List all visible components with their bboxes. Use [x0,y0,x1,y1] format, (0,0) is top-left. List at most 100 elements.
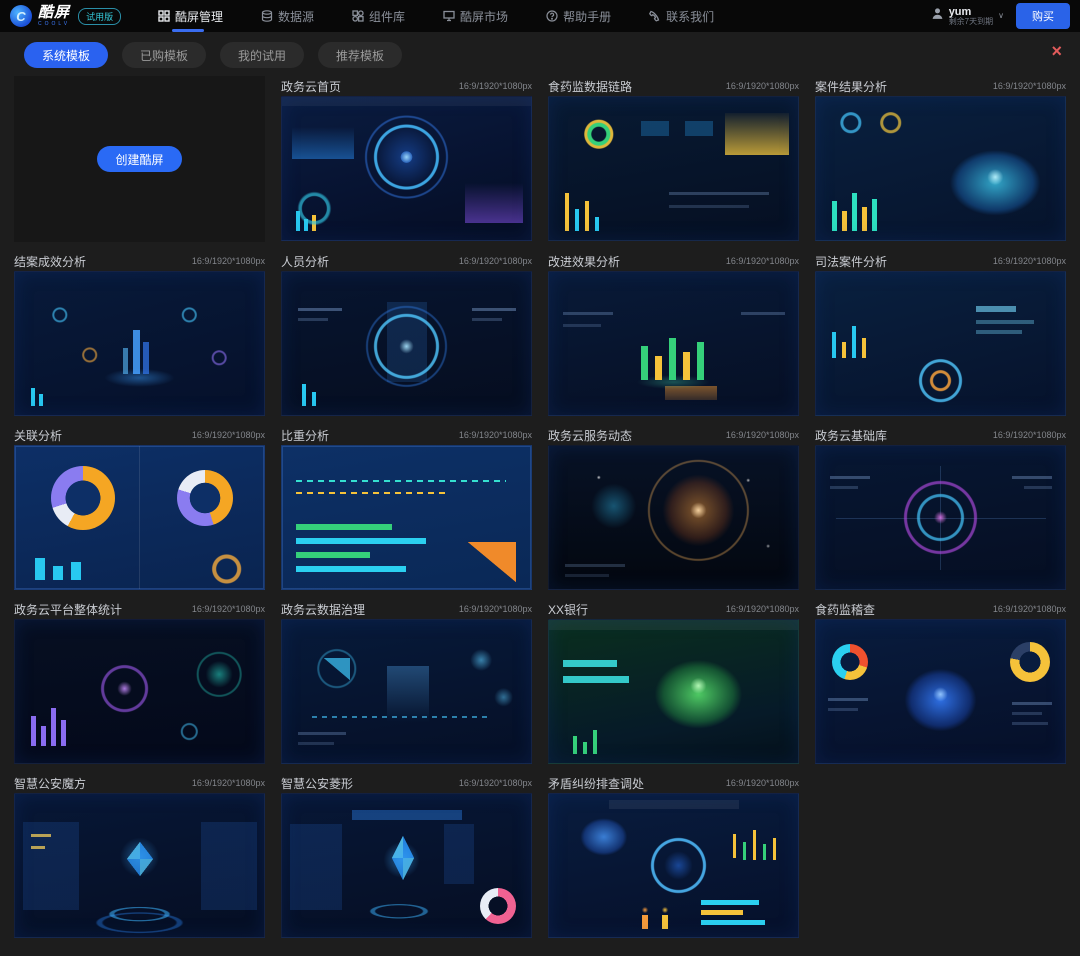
buy-button[interactable]: 购买 [1016,3,1070,29]
template-title: 矛盾纠纷排查调处 [548,775,644,792]
template-size: 16:9/1920*1080px [726,778,799,788]
template-title: XX银行 [548,601,588,618]
template-thumbnail[interactable] [14,619,265,764]
template-card: 食药监数据链路 16:9/1920*1080px [548,76,799,242]
tab-purchased-templates[interactable]: 已购模板 [122,42,206,68]
card-header: 案件结果分析 16:9/1920*1080px [815,76,1066,96]
template-title: 智慧公安魔方 [14,775,86,792]
template-card: 改进效果分析 16:9/1920*1080px [548,251,799,416]
main-nav: 酷屏管理 数据源 组件库 酷屏市场 帮助手册 联系我们 [158,0,931,32]
nav-item-component-lib[interactable]: 组件库 [352,0,405,32]
template-size: 16:9/1920*1080px [459,81,532,91]
template-thumbnail[interactable] [281,96,532,241]
nav-item-label: 酷屏管理 [175,8,223,25]
nav-item-contact-us[interactable]: 联系我们 [649,0,714,32]
template-title: 食药监数据链路 [548,78,632,95]
template-card: 智慧公安魔方 16:9/1920*1080px [14,773,265,938]
template-title: 政务云数据治理 [281,601,365,618]
create-screen-panel: 创建酷屏 [14,76,265,242]
top-navbar: C 酷屏 COOLV 试用版 酷屏管理 数据源 组件库 酷屏市场 帮助手册 [0,0,1080,32]
template-size: 16:9/1920*1080px [726,81,799,91]
template-card: 政务云基础库 16:9/1920*1080px [815,425,1066,590]
create-screen-button[interactable]: 创建酷屏 [97,146,181,172]
card-header: 矛盾纠纷排查调处 16:9/1920*1080px [548,773,799,793]
template-title: 政务云服务动态 [548,427,632,444]
app-subname: COOLV [38,22,70,27]
template-title: 食药监稽查 [815,601,875,618]
template-thumbnail[interactable] [281,445,532,590]
template-card: 政务云服务动态 16:9/1920*1080px [548,425,799,590]
template-thumbnail[interactable] [815,619,1066,764]
template-size: 16:9/1920*1080px [459,778,532,788]
template-title: 人员分析 [281,253,329,270]
template-thumbnail[interactable] [815,271,1066,416]
template-title: 结案成效分析 [14,253,86,270]
card-header: 司法案件分析 16:9/1920*1080px [815,251,1066,271]
card-header: 政务云数据治理 16:9/1920*1080px [281,599,532,619]
nav-item-label: 联系我们 [666,8,714,25]
nav-item-label: 帮助手册 [563,8,611,25]
card-header: 食药监数据链路 16:9/1920*1080px [548,76,799,96]
template-thumbnail[interactable] [281,271,532,416]
template-card: 人员分析 16:9/1920*1080px [281,251,532,416]
card-header: 改进效果分析 16:9/1920*1080px [548,251,799,271]
card-header: 政务云平台整体统计 16:9/1920*1080px [14,599,265,619]
help-circle-icon [546,10,558,22]
tab-system-templates[interactable]: 系统模板 [24,42,108,68]
template-size: 16:9/1920*1080px [993,604,1066,614]
template-card: 关联分析 16:9/1920*1080px [14,425,265,590]
template-title: 智慧公安菱形 [281,775,353,792]
phone-icon [649,10,661,22]
template-thumbnail[interactable] [14,271,265,416]
close-icon[interactable]: × [1051,42,1062,60]
nav-item-label: 组件库 [369,8,405,25]
card-header: 政务云首页 16:9/1920*1080px [281,76,532,96]
template-card: 智慧公安菱形 16:9/1920*1080px [281,773,532,938]
template-size: 16:9/1920*1080px [993,81,1066,91]
monitor-icon [443,10,455,22]
template-size: 16:9/1920*1080px [192,604,265,614]
template-thumbnail[interactable] [14,445,265,590]
template-size: 16:9/1920*1080px [459,604,532,614]
template-size: 16:9/1920*1080px [459,430,532,440]
template-card: 矛盾纠纷排查调处 16:9/1920*1080px [548,773,799,938]
database-icon [261,10,273,22]
nav-item-help-manual[interactable]: 帮助手册 [546,0,611,32]
template-thumbnail[interactable] [815,96,1066,241]
template-size: 16:9/1920*1080px [726,604,799,614]
template-size: 16:9/1920*1080px [459,256,532,266]
coolv-logo-icon: C [10,5,32,27]
card-header: 政务云服务动态 16:9/1920*1080px [548,425,799,445]
template-title: 司法案件分析 [815,253,887,270]
template-thumbnail[interactable] [281,619,532,764]
template-size: 16:9/1920*1080px [192,778,265,788]
user-meta: yum 剩余7天到期 [949,6,993,27]
nav-item-screen-market[interactable]: 酷屏市场 [443,0,508,32]
template-thumbnail[interactable] [14,793,265,938]
template-thumbnail[interactable] [548,96,799,241]
template-card: 司法案件分析 16:9/1920*1080px [815,251,1066,416]
template-thumbnail[interactable] [548,619,799,764]
trial-badge: 试用版 [78,8,121,25]
nav-item-screen-manage[interactable]: 酷屏管理 [158,0,223,32]
template-size: 16:9/1920*1080px [726,430,799,440]
grid-icon [158,10,170,22]
nav-item-data-source[interactable]: 数据源 [261,0,314,32]
card-header: 政务云基础库 16:9/1920*1080px [815,425,1066,445]
template-card: 比重分析 16:9/1920*1080px [281,425,532,590]
template-thumbnail[interactable] [281,793,532,938]
template-size: 16:9/1920*1080px [993,430,1066,440]
app-logo[interactable]: C 酷屏 COOLV 试用版 [10,5,130,27]
tab-my-trials[interactable]: 我的试用 [220,42,304,68]
template-thumbnail[interactable] [815,445,1066,590]
template-card: 食药监稽查 16:9/1920*1080px [815,599,1066,764]
template-thumbnail[interactable] [548,793,799,938]
template-grid: 创建酷屏 政务云首页 16:9/1920*1080px 食药监数据链路 16:9… [0,76,1080,948]
user-menu[interactable]: yum 剩余7天到期 ∨ [931,6,1004,27]
template-thumbnail[interactable] [548,271,799,416]
card-header: 比重分析 16:9/1920*1080px [281,425,532,445]
expiry-text: 剩余7天到期 [949,18,993,27]
tab-recommended-templates[interactable]: 推荐模板 [318,42,402,68]
template-card: 政务云首页 16:9/1920*1080px [281,76,532,242]
template-thumbnail[interactable] [548,445,799,590]
